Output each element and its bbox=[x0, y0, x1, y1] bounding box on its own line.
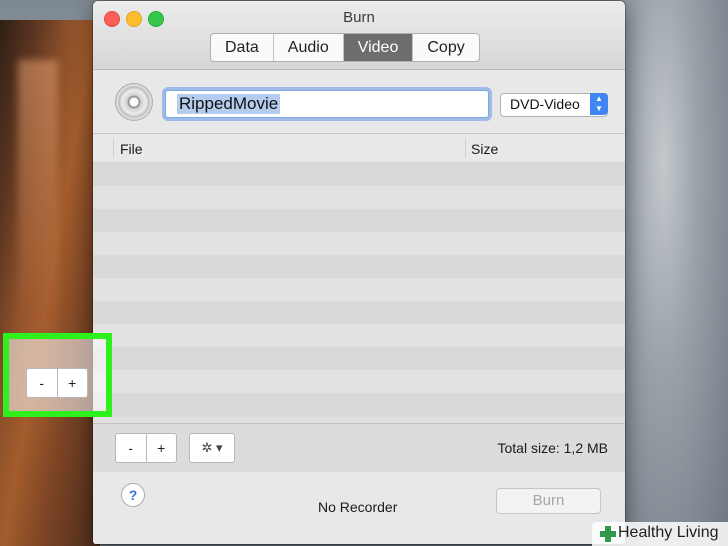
watermark-text: Healthy Living bbox=[618, 524, 719, 541]
remove-file-button[interactable]: - bbox=[27, 369, 58, 397]
highlight-content: - + bbox=[26, 368, 88, 398]
window-title: Burn bbox=[343, 9, 375, 26]
table-row[interactable] bbox=[93, 255, 625, 278]
remove-file-button[interactable]: - bbox=[116, 434, 147, 462]
table-row[interactable] bbox=[93, 393, 625, 416]
table-row[interactable] bbox=[93, 347, 625, 370]
up-down-chevron-icon: ▲ ▼ bbox=[590, 93, 608, 115]
burn-window: Burn Data Audio Video Copy RippedMovie D… bbox=[93, 1, 625, 544]
disc-icon bbox=[115, 83, 153, 121]
add-file-button[interactable]: + bbox=[58, 369, 88, 397]
add-remove-buttons-highlighted: - + bbox=[26, 368, 88, 398]
column-divider bbox=[113, 138, 114, 158]
burn-button[interactable]: Burn bbox=[496, 488, 601, 514]
table-row[interactable] bbox=[93, 370, 625, 393]
bottom-toolbar: - + ✲ ▾ Total size: 1,2 MB bbox=[93, 423, 625, 472]
table-header: File Size bbox=[93, 134, 625, 163]
add-file-button[interactable]: + bbox=[147, 434, 177, 462]
file-table[interactable]: File Size bbox=[93, 133, 625, 424]
window-content: RippedMovie DVD-Video ▲ ▼ File Size - + … bbox=[93, 70, 625, 544]
highlight-box: - + bbox=[3, 333, 112, 417]
tab-copy[interactable]: Copy bbox=[413, 34, 478, 61]
total-size-label: Total size: 1,2 MB bbox=[497, 440, 609, 456]
watermark: Healthy Living bbox=[592, 522, 728, 546]
table-row[interactable] bbox=[93, 324, 625, 347]
mode-tabs: Data Audio Video Copy bbox=[210, 33, 480, 62]
disc-name-field[interactable]: RippedMovie bbox=[165, 90, 489, 118]
table-row[interactable] bbox=[93, 278, 625, 301]
column-divider[interactable] bbox=[465, 138, 466, 158]
column-header-size[interactable]: Size bbox=[471, 141, 498, 157]
tab-audio[interactable]: Audio bbox=[274, 34, 344, 61]
table-row[interactable] bbox=[93, 209, 625, 232]
format-select-value: DVD-Video bbox=[510, 96, 580, 112]
disc-name-value: RippedMovie bbox=[177, 94, 281, 114]
table-row[interactable] bbox=[93, 232, 625, 255]
help-button[interactable]: ? bbox=[121, 483, 145, 507]
table-row[interactable] bbox=[93, 301, 625, 324]
table-rows bbox=[93, 163, 625, 416]
format-select[interactable]: DVD-Video ▲ ▼ bbox=[500, 93, 608, 117]
title-bar: Burn Data Audio Video Copy bbox=[93, 1, 625, 70]
desktop-sky bbox=[620, 0, 728, 546]
column-header-file[interactable]: File bbox=[120, 141, 143, 157]
table-row[interactable] bbox=[93, 186, 625, 209]
add-remove-buttons: - + bbox=[115, 433, 177, 463]
table-row[interactable] bbox=[93, 163, 625, 186]
desktop-cliff-highlight bbox=[18, 60, 58, 480]
gear-menu-button[interactable]: ✲ ▾ bbox=[189, 433, 235, 463]
recorder-status: No Recorder bbox=[318, 499, 398, 515]
tab-data[interactable]: Data bbox=[211, 34, 274, 61]
health-cross-icon bbox=[600, 526, 616, 542]
tab-video[interactable]: Video bbox=[343, 34, 414, 61]
